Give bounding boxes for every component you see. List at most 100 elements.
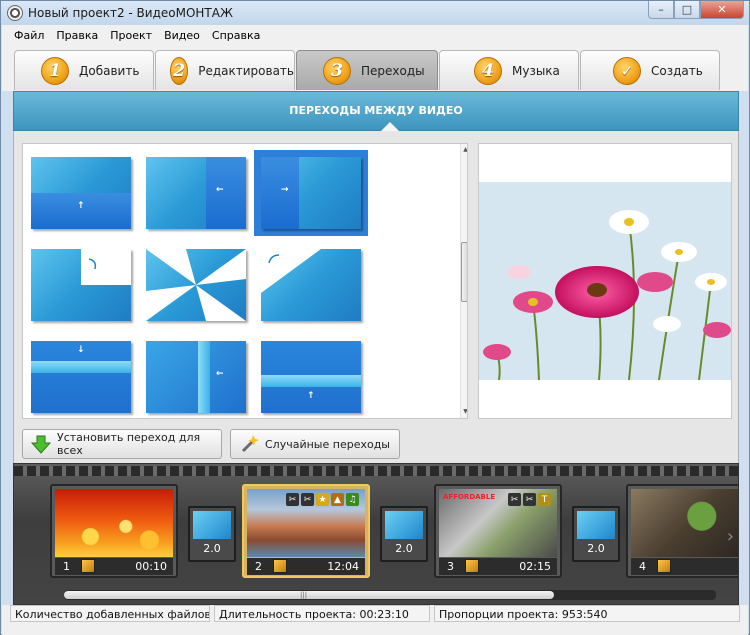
- edit-pencil-icon[interactable]: [81, 559, 95, 573]
- transition-1-thumbnail: [193, 511, 231, 539]
- transition-bar-left[interactable]: ←: [146, 341, 246, 413]
- app-window: Новый проект2 - ВидеоМОНТАЖ – □ ✕ Файл П…: [0, 0, 750, 635]
- transition-diagonal-wipe[interactable]: [261, 249, 361, 321]
- arrow-down-icon: ↓: [77, 345, 85, 355]
- menu-file[interactable]: Файл: [8, 29, 50, 42]
- clip-3-effect-icons: ✂ ✂ T: [508, 493, 551, 506]
- pinwheel-shape: [146, 249, 246, 321]
- timeline-transition-1[interactable]: 2.0: [188, 506, 236, 562]
- clip-2-effect-icons: ✂ ✂ ★ ▲ ♫: [286, 493, 359, 506]
- tab-add-label: Добавить: [79, 63, 140, 78]
- magic-wand-icon: [239, 434, 259, 454]
- cut-icon: ✂: [523, 493, 536, 506]
- minimize-button[interactable]: –: [648, 1, 674, 19]
- grip-icon: |||: [300, 591, 308, 599]
- scroll-up-icon[interactable]: ▲: [462, 146, 467, 156]
- edit-pencil-icon[interactable]: [465, 559, 479, 573]
- timeline-scrollbar-thumb[interactable]: |||: [64, 591, 554, 599]
- transition-3-duration: 2.0: [587, 542, 605, 555]
- edit-pencil-icon[interactable]: [273, 559, 287, 573]
- star-icon: ★: [316, 493, 329, 506]
- timeline-transition-3[interactable]: 2.0: [572, 506, 620, 562]
- clip-1-thumbnail: [55, 489, 173, 557]
- transition-bar-down[interactable]: ↓: [31, 341, 131, 413]
- clock-wipe-shape: [81, 249, 131, 285]
- timeline-transition-2[interactable]: 2.0: [380, 506, 428, 562]
- clip-4-thumbnail: [631, 489, 738, 557]
- gallery-scrollbar[interactable]: ▲ ▼: [460, 144, 467, 418]
- menu-edit[interactable]: Правка: [50, 29, 104, 42]
- timeline-clip-1[interactable]: 1 00:10: [50, 484, 178, 578]
- random-transitions-button[interactable]: Случайные переходы: [230, 429, 400, 459]
- status-duration: Длительность проекта: 00:23:10: [214, 605, 430, 622]
- checkmark-icon: ✓: [613, 56, 641, 85]
- clip-1-number: 1: [63, 560, 70, 573]
- timeline-clip-3[interactable]: AFFORDABLE ✂ ✂ T 3 02:15: [434, 484, 562, 578]
- scrollbar-thumb[interactable]: [461, 242, 467, 302]
- timeline-strip: 1 00:10 2.0 ✂ ✂ ★ ▲ ♫ 2 12:04 2.0 AFFORD…: [13, 463, 739, 605]
- menu-project[interactable]: Проект: [104, 29, 158, 42]
- menu-bar: Файл Правка Проект Видео Справка: [2, 25, 748, 45]
- film-perforation-top: [14, 466, 738, 476]
- window-controls: – □ ✕: [648, 1, 744, 20]
- tab-edit[interactable]: 2 Редактировать: [155, 50, 295, 90]
- tab-transitions-label: Переходы: [361, 63, 425, 78]
- transition-wipe-right[interactable]: →: [261, 157, 361, 229]
- tab-music-label: Музыка: [512, 63, 560, 78]
- transition-3-thumbnail: [577, 511, 615, 539]
- clip-3-number: 3: [447, 560, 454, 573]
- timeline-clip-2[interactable]: ✂ ✂ ★ ▲ ♫ 2 12:04: [242, 484, 370, 578]
- tab-add[interactable]: 1 Добавить: [14, 50, 154, 90]
- status-files-count: Количество добавленных файлов: 4: [10, 605, 210, 622]
- step-1-icon: 1: [41, 56, 69, 85]
- transition-wipe-left[interactable]: ←: [146, 157, 246, 229]
- apply-to-all-label: Установить переход для всех: [57, 431, 201, 457]
- transition-1-duration: 2.0: [203, 542, 221, 555]
- arrow-left-icon: ←: [216, 369, 224, 379]
- flowers-image: [479, 182, 731, 380]
- window-title: Новый проект2 - ВидеоМОНТАЖ: [28, 6, 233, 20]
- tab-music[interactable]: 4 Музыка: [439, 50, 579, 90]
- transition-clock-wipe[interactable]: [31, 249, 131, 321]
- section-header: ПЕРЕХОДЫ МЕЖДУ ВИДЕО: [13, 91, 739, 132]
- clip-3-caption: AFFORDABLE: [443, 493, 496, 501]
- tab-transitions[interactable]: 3 Переходы: [296, 50, 438, 90]
- menu-video[interactable]: Видео: [158, 29, 206, 42]
- arrow-right-icon: →: [281, 185, 289, 195]
- step-4-icon: 4: [474, 56, 502, 85]
- transition-bar-up[interactable]: ↑: [261, 341, 361, 413]
- edit-pencil-icon[interactable]: [657, 559, 671, 573]
- green-arrow-down-icon: [30, 434, 52, 454]
- maximize-button[interactable]: □: [674, 1, 700, 19]
- step-2-icon: 2: [170, 56, 189, 85]
- status-ratio: Пропорции проекта: 953:540: [434, 605, 740, 622]
- transition-wipe-up[interactable]: ↑: [31, 157, 131, 229]
- clip-4-number: 4: [639, 560, 646, 573]
- clip-1-duration: 00:10: [135, 560, 167, 573]
- motion-icon: ✂: [286, 493, 299, 506]
- tab-create-label: Создать: [651, 63, 703, 78]
- app-icon[interactable]: [7, 5, 23, 21]
- timeline-scrollbar[interactable]: |||: [64, 590, 716, 600]
- filter-icon: ▲: [331, 493, 344, 506]
- apply-to-all-button[interactable]: Установить переход для всех: [22, 429, 222, 459]
- arrow-up-icon: ↑: [77, 201, 85, 211]
- random-transitions-label: Случайные переходы: [265, 437, 390, 451]
- close-button[interactable]: ✕: [700, 1, 744, 19]
- menu-help[interactable]: Справка: [206, 29, 266, 42]
- timeline-next-icon[interactable]: ›: [727, 526, 734, 547]
- arrow-up-icon: ↑: [307, 391, 315, 401]
- clip-3-thumbnail: AFFORDABLE ✂ ✂ T: [439, 489, 557, 557]
- status-bar: Количество добавленных файлов: 4 Длитель…: [2, 605, 748, 635]
- pink-gerbera: [555, 266, 639, 318]
- title-bar: Новый проект2 - ВидеоМОНТАЖ – □ ✕: [1, 1, 749, 25]
- scroll-down-icon[interactable]: ▼: [462, 408, 467, 418]
- transition-pinwheel[interactable]: [146, 249, 246, 321]
- section-title: ПЕРЕХОДЫ МЕЖДУ ВИДЕО: [289, 104, 463, 117]
- transitions-gallery: ↑ ← → ↓ ← ↑ ▲ ▼: [22, 143, 468, 419]
- tab-create[interactable]: ✓ Создать: [580, 50, 720, 90]
- timeline-clip-4[interactable]: 4: [626, 484, 738, 578]
- clip-2-duration: 12:04: [327, 560, 359, 573]
- preview-image: [479, 182, 731, 380]
- transitions-panel: ↑ ← → ↓ ← ↑ ▲ ▼ Установить переход для в…: [13, 131, 739, 463]
